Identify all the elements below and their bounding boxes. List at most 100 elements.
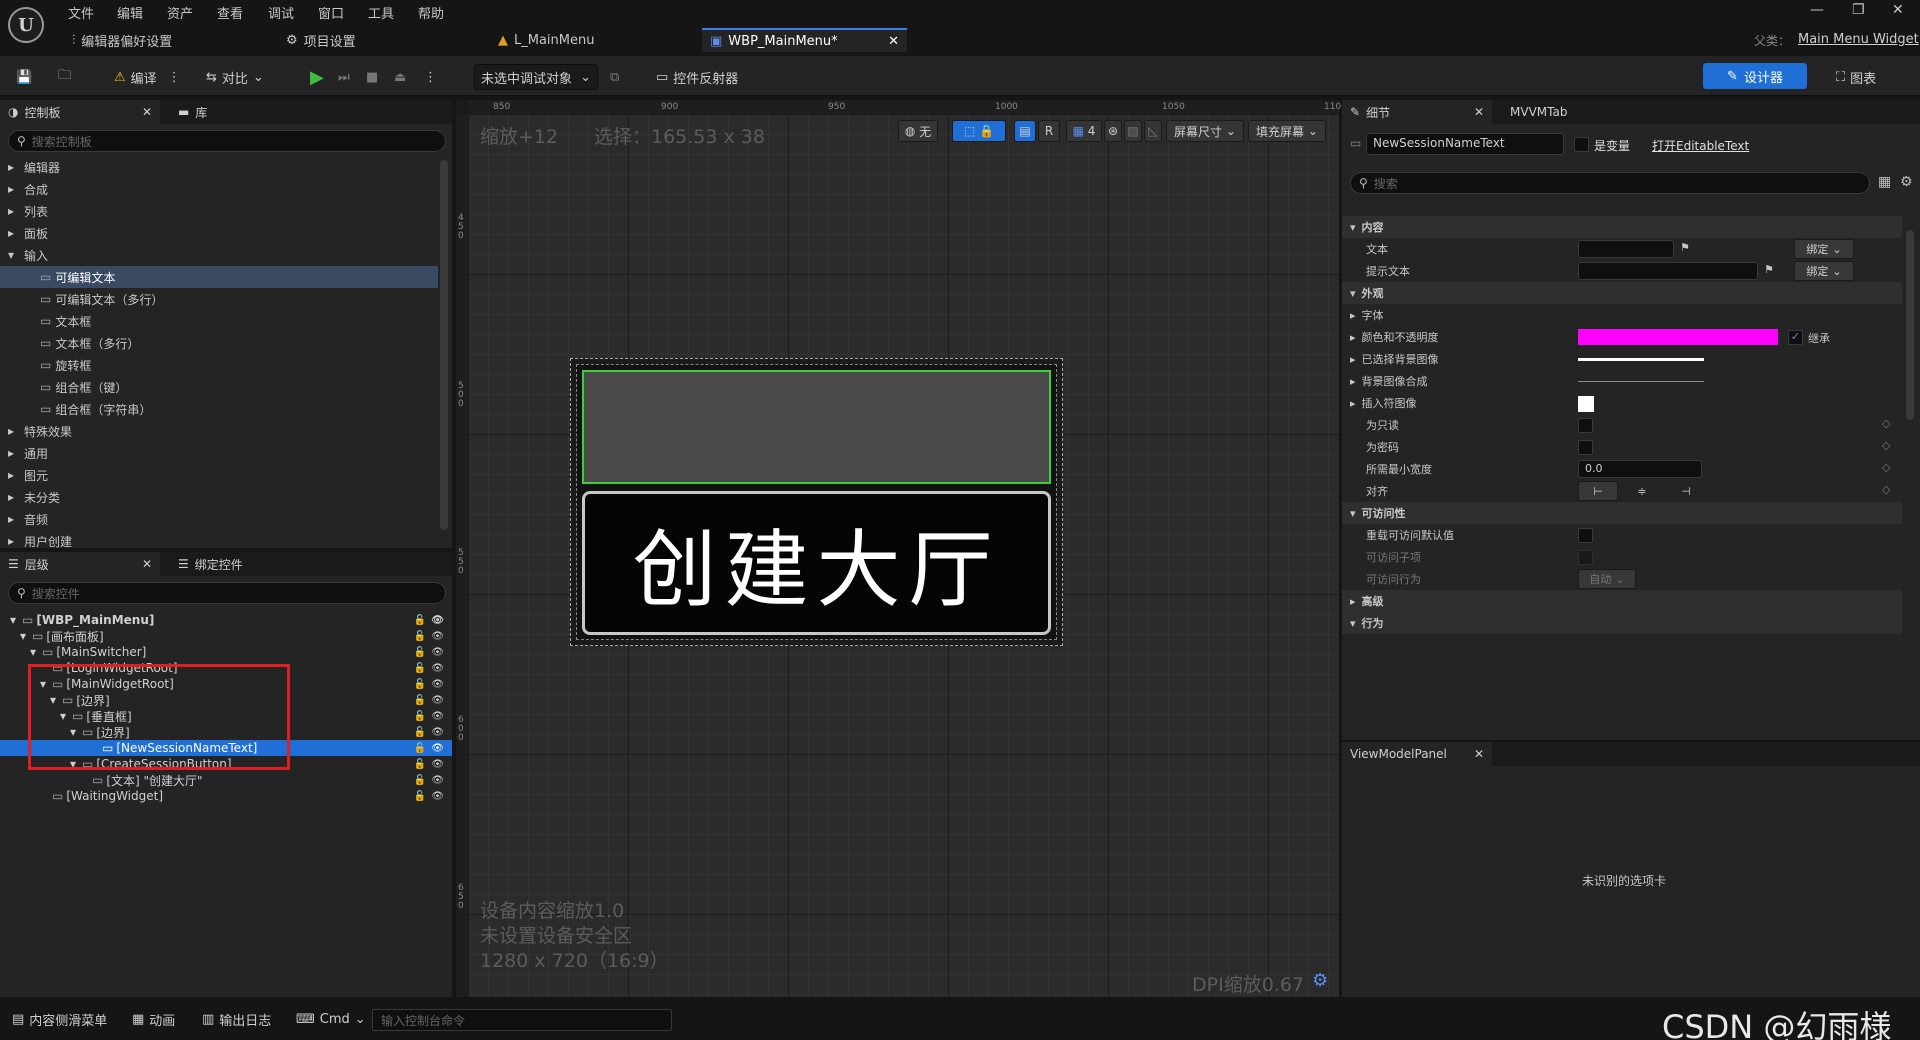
visibility-eye-icon[interactable]: 👁: [431, 679, 444, 690]
expand-arrow-icon[interactable]: ▾: [20, 629, 32, 643]
layout-mode-icon[interactable]: ▤: [1014, 120, 1036, 142]
animation-button[interactable]: ▦ 动画: [126, 1006, 181, 1032]
step-icon[interactable]: ⏭: [332, 64, 356, 90]
visibility-eye-icon[interactable]: 👁: [431, 791, 444, 802]
palette-category[interactable]: ▸ 未分类: [0, 486, 438, 508]
tab-palette[interactable]: ◑ 控制板 ✕: [0, 100, 160, 124]
menu-window[interactable]: 窗口: [318, 3, 344, 22]
justify-center-icon[interactable]: ≑: [1622, 481, 1662, 501]
palette-category[interactable]: ▸ 合成: [0, 178, 438, 200]
text-bind-dropdown[interactable]: 绑定 ⌄: [1794, 239, 1854, 259]
tab-hierarchy[interactable]: ☰ 层级 ✕: [0, 552, 160, 576]
palette-category[interactable]: ▸ 特殊效果: [0, 420, 438, 442]
palette-widget-item[interactable]: ▭ 旋转框: [0, 354, 438, 376]
palette-category[interactable]: ▸ 用户创建: [0, 530, 438, 552]
min-width-field[interactable]: 0.0: [1578, 460, 1702, 478]
visibility-eye-icon[interactable]: 👁: [431, 631, 444, 642]
menu-tools[interactable]: 工具: [368, 3, 394, 22]
play-options-icon[interactable]: ⋮: [418, 64, 443, 90]
designer-mode-button[interactable]: ✎ 设计器: [1703, 63, 1807, 89]
tab-library[interactable]: ▬ 库: [170, 100, 215, 124]
graph-mode-button[interactable]: ⛶ 图表: [1830, 64, 1882, 90]
lock-icon[interactable]: 🔓: [414, 647, 426, 658]
visibility-eye-icon[interactable]: 👁: [431, 743, 444, 754]
palette-category[interactable]: ▸ 编辑器: [0, 156, 438, 178]
parent-class-link[interactable]: Main Menu Widget: [1798, 32, 1919, 47]
color-swatch[interactable]: [1578, 329, 1778, 345]
palette-widget-item[interactable]: ▭ 文本框（多行）: [0, 332, 438, 354]
hierarchy-search-input[interactable]: ⚲ 搜索控件: [8, 582, 446, 604]
lock-icon[interactable]: 🔓: [414, 727, 426, 738]
menu-edit[interactable]: 编辑: [117, 3, 143, 22]
palette-scrollbar[interactable]: [440, 160, 448, 530]
menu-file[interactable]: 文件: [68, 3, 94, 22]
expand-arrow-icon[interactable]: ▾: [30, 645, 42, 659]
section-behavior[interactable]: ▾ 行为: [1342, 612, 1902, 634]
section-advanced[interactable]: ▸ 高级: [1342, 590, 1902, 612]
palette-category[interactable]: ▸ 面板: [0, 222, 438, 244]
designer-canvas[interactable]: 缩放+12 选择：165.53 x 38 ◍ 无 ⬚ 🔒 ▤ R ▦ 4 ⊛ ▨…: [468, 114, 1339, 997]
text-value-field[interactable]: [1578, 240, 1674, 258]
visibility-eye-icon[interactable]: 👁: [431, 727, 444, 738]
section-accessibility[interactable]: ▾ 可访问性: [1342, 502, 1902, 524]
compile-button[interactable]: ⚠ 编译 ⋮: [108, 64, 187, 90]
flag-icon[interactable]: ⚑: [1764, 263, 1774, 276]
hierarchy-row[interactable]: ▾ ▭ [画布面板] 🔓 👁: [0, 628, 452, 644]
debug-target-dropdown[interactable]: 未选中调试对象 ⌄: [474, 64, 598, 90]
read-only-checkbox[interactable]: [1578, 418, 1593, 433]
dpi-settings-gear-icon[interactable]: ⚙: [1312, 970, 1328, 991]
close-tab-icon[interactable]: ✕: [1474, 747, 1484, 761]
tab-editor-preferences[interactable]: ⫶ 编辑器偏好设置: [64, 28, 180, 52]
console-command-input[interactable]: 输入控制台命令: [372, 1009, 672, 1031]
stop-icon[interactable]: ■: [360, 64, 384, 90]
fill-screen-dropdown[interactable]: 填充屏幕 ⌄: [1248, 120, 1326, 142]
menu-help[interactable]: 帮助: [418, 3, 444, 22]
tab-project-settings[interactable]: ⚙ 项目设置: [278, 28, 364, 52]
visibility-eye-icon[interactable]: 👁: [431, 663, 444, 674]
grid-snap-button[interactable]: ▦ 4: [1066, 120, 1102, 142]
flag-icon[interactable]: ⚑: [1680, 241, 1690, 254]
caret-image-preview[interactable]: [1578, 396, 1594, 412]
visibility-eye-icon[interactable]: 👁: [431, 695, 444, 706]
details-search-input[interactable]: ⚲ 搜索: [1350, 172, 1870, 194]
prop-font-row[interactable]: ▸ 字体: [1342, 304, 1902, 326]
reset-diamond-icon[interactable]: ◇: [1882, 417, 1890, 430]
tab-mvvm[interactable]: MVVMTab: [1502, 100, 1575, 124]
editable-text-widget[interactable]: [582, 370, 1051, 484]
palette-category[interactable]: ▾ 输入: [0, 244, 438, 266]
reset-diamond-icon[interactable]: ◇: [1882, 461, 1890, 474]
close-tab-icon[interactable]: ✕: [142, 557, 152, 571]
lock-icon[interactable]: 🔓: [414, 759, 426, 770]
hierarchy-row[interactable]: ▭ [文本] "创建大厅" 🔓 👁: [0, 772, 452, 788]
restore-icon[interactable]: ❐: [1852, 2, 1865, 18]
palette-widget-item[interactable]: ▭ 可编辑文本: [0, 266, 438, 288]
widget-reflector-button[interactable]: ▭ 控件反射器: [650, 64, 744, 90]
settings-gear-icon[interactable]: ⚙: [1900, 174, 1913, 190]
lock-icon[interactable]: 🔓: [414, 775, 426, 786]
play-icon[interactable]: ▶: [304, 64, 330, 90]
visibility-eye-icon[interactable]: 👁: [431, 647, 444, 658]
override-access-checkbox[interactable]: [1578, 528, 1593, 543]
palette-search-input[interactable]: ⚲ 搜索控制板: [8, 130, 446, 152]
menu-debug[interactable]: 调试: [268, 3, 294, 22]
expand-arrow-icon[interactable]: ▾: [10, 613, 22, 627]
close-tab-icon[interactable]: ✕: [142, 105, 152, 119]
zoom-fit-icon[interactable]: ⊛: [1104, 120, 1122, 142]
hint-text-field[interactable]: [1578, 262, 1758, 280]
palette-widget-item[interactable]: ▭ 可编辑文本（多行）: [0, 288, 438, 310]
visibility-eye-icon[interactable]: 👁: [431, 759, 444, 770]
is-variable-checkbox[interactable]: [1574, 137, 1589, 152]
section-content[interactable]: ▾ 内容: [1342, 216, 1902, 238]
bg-composite-preview[interactable]: [1578, 381, 1704, 382]
lock-icon[interactable]: 🔓: [414, 663, 426, 674]
close-tab-icon[interactable]: ✕: [888, 34, 899, 49]
hierarchy-row[interactable]: ▭ [WaitingWidget] 🔓 👁: [0, 788, 452, 804]
palette-category[interactable]: ▸ 列表: [0, 200, 438, 222]
palette-category[interactable]: ▸ 图元: [0, 464, 438, 486]
more-options-icon[interactable]: ⋮: [168, 70, 181, 85]
justify-right-icon[interactable]: ⊣: [1666, 481, 1706, 501]
palette-category[interactable]: ▸ 音频: [0, 508, 438, 530]
reset-diamond-icon[interactable]: ◇: [1882, 483, 1890, 496]
visibility-eye-icon[interactable]: 👁: [431, 711, 444, 722]
open-editabletext-link[interactable]: 打开EditableText: [1652, 137, 1749, 154]
